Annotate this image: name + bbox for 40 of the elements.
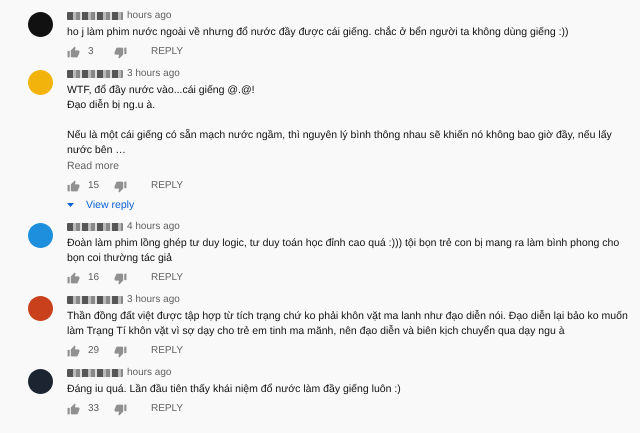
reply-button[interactable]: REPLY bbox=[151, 44, 184, 60]
pixelated-username bbox=[67, 296, 123, 304]
thumbs-down-icon[interactable] bbox=[114, 402, 127, 416]
view-replies-button[interactable]: View reply bbox=[67, 197, 134, 213]
avatar[interactable] bbox=[28, 12, 53, 37]
pixelated-username bbox=[67, 70, 123, 78]
like-count: 29 bbox=[88, 344, 100, 358]
comment-time[interactable]: 3 hours ago bbox=[127, 66, 180, 82]
read-more-link[interactable]: Read more bbox=[67, 158, 119, 174]
thumbs-down-icon[interactable] bbox=[114, 46, 127, 58]
like-count: 16 bbox=[88, 271, 100, 285]
comment-text: Thần đồng đất việt được tập hợp từ tích trạng chứ ko phải khôn vặt ma lanh như đạo diễn nói. Đạo diễn lại bảo ko muốn làm Trạng Tí khôn vặt vì sợ dạy cho trẻ em tinh ma mãnh, nên đạo diễn và biên kịch chuyển qua dạy ngu à bbox=[67, 309, 629, 339]
pixelated-username bbox=[67, 369, 123, 377]
thumbs-down-icon[interactable] bbox=[114, 272, 127, 284]
comment-text: ho j làm phim nước ngoài về nhưng đổ nước đầy được cái giếng. chắc ở bển người ta không dùng giếng :)) bbox=[67, 25, 569, 40]
reply-button[interactable]: REPLY bbox=[151, 401, 184, 417]
comment-time[interactable]: hours ago bbox=[127, 8, 172, 24]
reply-button[interactable]: REPLY bbox=[151, 178, 184, 194]
reply-button[interactable]: REPLY bbox=[151, 270, 184, 286]
comment-time[interactable]: 4 hours ago bbox=[127, 219, 180, 235]
comment-time[interactable]: 3 hours ago bbox=[127, 292, 180, 308]
thumbs-up-icon[interactable] bbox=[67, 46, 80, 58]
comment-text: WTF, đổ đầy nước vào...cái giếng @.@! Đạo diễn bị ng.u à. Nếu là một cái giếng có sẵn mạch nước ngầm, thì nguyên lý bình thông nhau sẽ khiến nó không bao giờ đầy, nếu lấy nước bên … bbox=[67, 83, 613, 158]
comment-text: Đoàn làm phim lồng ghép tư duy logic, tư duy toán học đỉnh cao quá :))) tội bọn trẻ con bị mang ra làm bình phong cho bọn coi thường tác giả bbox=[67, 236, 620, 266]
like-count: 33 bbox=[88, 402, 100, 416]
comment-text: Đáng iu quá. Lần đầu tiên thấy khái niệm đổ nước làm đầy giếng luôn :) bbox=[67, 382, 401, 397]
thumbs-up-icon[interactable] bbox=[67, 402, 80, 416]
pixelated-username bbox=[67, 223, 123, 231]
like-count: 15 bbox=[88, 179, 100, 193]
caret-icon bbox=[67, 203, 74, 207]
like-count: 3 bbox=[88, 45, 95, 59]
thumbs-up-icon[interactable] bbox=[67, 180, 80, 192]
pixelated-username bbox=[67, 12, 123, 20]
thumbs-up-icon[interactable] bbox=[67, 344, 80, 358]
avatar[interactable] bbox=[28, 369, 53, 394]
thumbs-down-icon[interactable] bbox=[114, 344, 127, 358]
reply-button[interactable]: REPLY bbox=[151, 343, 184, 359]
thumbs-down-icon[interactable] bbox=[114, 180, 127, 192]
thumbs-up-icon[interactable] bbox=[67, 272, 80, 284]
comment-time[interactable]: hours ago bbox=[127, 365, 172, 381]
